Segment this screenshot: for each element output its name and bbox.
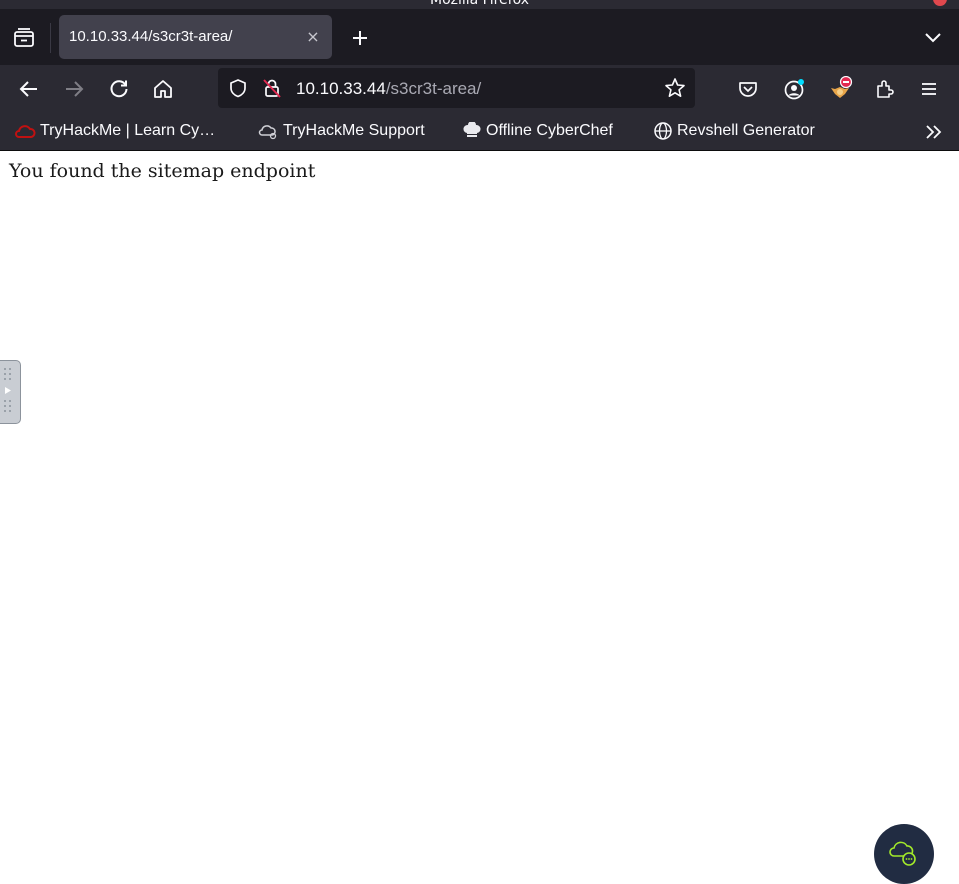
globe-icon <box>654 122 672 140</box>
grip-dots-icon <box>4 368 11 412</box>
firefox-view-icon <box>14 28 34 47</box>
reload-icon <box>110 80 128 98</box>
url-text[interactable]: 10.10.33.44/s3cr3t-area/ <box>296 79 481 99</box>
bookmarks-overflow-button[interactable] <box>922 121 946 143</box>
window-title: Mozilla Firefox <box>429 0 530 8</box>
back-button[interactable] <box>14 74 44 104</box>
bookmark-label: Offline CyberChef <box>486 122 613 139</box>
tryhackme-cloud-icon <box>15 125 36 138</box>
list-all-tabs-button[interactable] <box>919 23 947 51</box>
app-menu-button[interactable] <box>914 74 944 104</box>
navigation-toolbar: 10.10.33.44/s3cr3t-area/ <box>0 65 959 113</box>
extension-button[interactable] <box>825 74 855 104</box>
url-bar[interactable]: 10.10.33.44/s3cr3t-area/ <box>218 68 695 108</box>
arrow-right-icon <box>66 81 84 97</box>
tracking-protection-shield-icon[interactable] <box>228 78 248 98</box>
bookmark-star-icon[interactable] <box>664 77 686 99</box>
window-titlebar: Mozilla Firefox <box>0 0 959 9</box>
cloud-support-icon <box>258 125 277 140</box>
chevron-down-icon <box>925 33 941 43</box>
new-tab-button[interactable] <box>345 23 375 53</box>
account-button[interactable] <box>779 74 809 104</box>
foxyproxy-extension-icon <box>831 76 853 98</box>
url-path: /s3cr3t-area/ <box>385 79 482 98</box>
hamburger-menu-icon <box>922 83 936 95</box>
side-panel-handle[interactable] <box>0 360 21 424</box>
tab-active[interactable]: 10.10.33.44/s3cr3t-area/ × <box>59 15 332 59</box>
bookmarks-toolbar: TryHackMe | Learn Cy… TryHackMe Support … <box>0 113 959 151</box>
tab-title: 10.10.33.44/s3cr3t-area/ <box>69 28 233 45</box>
tab-separator <box>50 23 51 53</box>
tab-close-button[interactable]: × <box>301 25 325 49</box>
chat-support-button[interactable] <box>874 824 934 884</box>
pocket-button[interactable] <box>733 74 763 104</box>
extensions-button[interactable] <box>870 74 900 104</box>
forward-button[interactable] <box>59 74 89 104</box>
url-host: 10.10.33.44 <box>296 79 386 98</box>
pocket-icon <box>739 82 757 97</box>
bookmark-offline-cyberchef[interactable]: Offline CyberChef <box>462 121 613 141</box>
firefox-view-button[interactable] <box>10 24 38 52</box>
arrow-left-icon <box>19 81 37 97</box>
home-button[interactable] <box>148 74 178 104</box>
bookmark-revshell-generator[interactable]: Revshell Generator <box>653 121 815 141</box>
chat-cloud-icon <box>889 841 916 866</box>
chef-hat-icon <box>463 122 481 137</box>
bookmark-label: TryHackMe | Learn Cy… <box>40 122 216 139</box>
bookmark-label: TryHackMe Support <box>283 122 425 139</box>
bookmark-tryhackme-support[interactable]: TryHackMe Support <box>257 121 425 141</box>
tab-bar: 10.10.33.44/s3cr3t-area/ × <box>0 9 959 65</box>
reload-button[interactable] <box>104 74 134 104</box>
page-text: You found the sitemap endpoint <box>9 160 316 182</box>
page-content: You found the sitemap endpoint <box>0 151 959 867</box>
plus-icon <box>353 31 367 45</box>
bookmark-label: Revshell Generator <box>677 122 815 139</box>
bookmark-tryhackme[interactable]: TryHackMe | Learn Cy… <box>14 121 215 141</box>
account-icon <box>784 79 804 100</box>
puzzle-icon <box>877 80 894 98</box>
home-icon <box>154 80 172 98</box>
insecure-lock-icon[interactable] <box>261 77 283 99</box>
double-chevron-right-icon <box>926 125 942 139</box>
